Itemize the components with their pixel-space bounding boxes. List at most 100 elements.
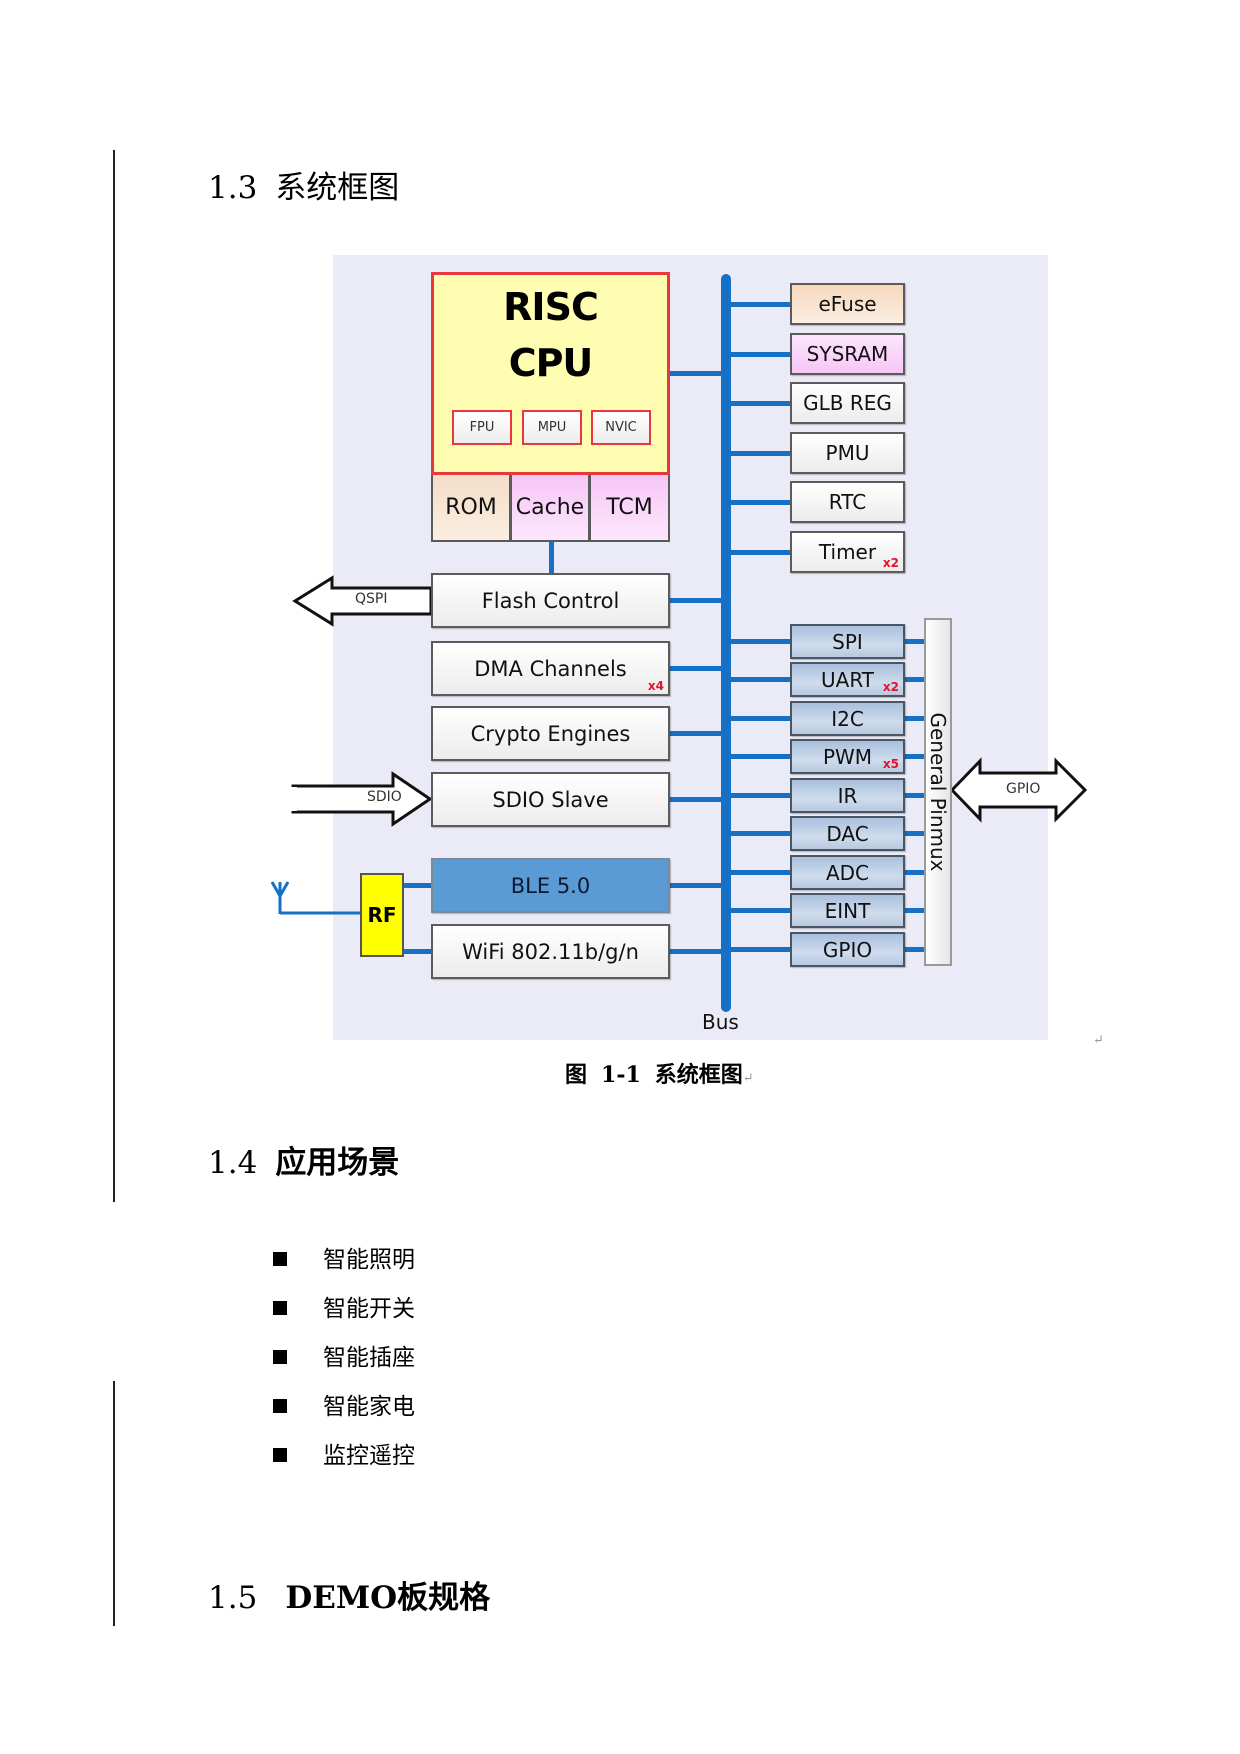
i2c-block: I2C [790,701,905,736]
figure-caption: 图 1-1 系统框图↵ [565,1057,754,1089]
wire-cpu-bus [670,371,723,376]
paragraph-mark-icon: ↵ [1093,1033,1104,1048]
block-label: ADC [825,860,870,885]
antenna-icon [270,881,360,915]
paragraph-mark-icon: ↵ [742,1071,754,1086]
wire-uart [730,677,790,682]
multiplier-badge: x4 [647,679,664,693]
wire-rf-ble [404,883,431,888]
block-label: PMU [825,441,870,465]
wire-rtc [730,500,790,505]
pmu-block: PMU [790,432,905,474]
cpu-title-line1: RISC [503,285,599,329]
block-label: I2C [831,706,864,731]
fpu-unit: FPU [452,410,512,445]
wire-gpio-pinmux [905,947,925,952]
block-label: SPI [832,629,863,654]
bus-label: Bus [702,1010,739,1034]
block-label: GPIO [822,937,873,962]
multiplier-badge: x5 [882,757,899,771]
wire-pwm [730,754,790,759]
rom-block: ROM [431,475,511,542]
section-heading-1-5: 1.5 DEMO板规格 [208,1572,490,1617]
wire-pmu [730,451,790,456]
wire-gpio [730,947,790,952]
ble-block: BLE 5.0 [431,858,670,913]
wire-eint [730,908,790,913]
list-item-text: 智能插座 [323,1345,415,1371]
caption-prefix: 图 [565,1062,588,1088]
section-title: DEMO板规格 [285,1580,491,1616]
cache-block: Cache [511,475,590,542]
gpio-arrow-label: GPIO [1006,781,1041,797]
section-title: 应用场景 [275,1145,400,1181]
cpu-title-line2: CPU [508,341,594,385]
wire-adc [730,870,790,875]
dac-block: DAC [790,816,905,851]
rf-block: RF [360,873,404,957]
block-label: DMA Channels [474,656,627,681]
wire-i2c [730,716,790,721]
wire-ir [730,793,790,798]
block-label: SDIO Slave [492,787,609,812]
wire-timer [730,550,790,555]
sdio-arrow-icon [291,771,433,827]
block-label: RTC [828,490,867,514]
section-heading-1-4: 1.4 应用场景 [208,1137,399,1182]
bullet-square-icon [273,1301,287,1315]
wifi-block: WiFi 802.11b/g/n [431,924,670,979]
tcm-block: TCM [590,475,670,542]
bullet-square-icon [273,1252,287,1266]
section-number: 1.4 [208,1145,258,1181]
block-label: BLE 5.0 [510,873,591,898]
list-item-text: 智能开关 [323,1296,415,1322]
block-label: GLB REG [803,391,892,415]
wire-ir-pinmux [905,793,925,798]
block-label: PWM [822,744,873,769]
wire-ble-bus [670,883,723,888]
block-label: WiFi 802.11b/g/n [462,939,639,964]
crypto-engines-block: Crypto Engines [431,706,670,761]
wire-pwm-pinmux [905,754,925,759]
uart-block: UART x2 [790,662,905,697]
bullet-square-icon [273,1350,287,1364]
bullet-square-icon [273,1399,287,1413]
wire-dma-bus [670,666,723,671]
general-pinmux-block: General Pinmux [924,618,952,966]
efuse-block: eFuse [790,283,905,325]
caption-title: 系统框图 [654,1062,743,1088]
block-label: Crypto Engines [470,721,631,746]
multiplier-badge: x2 [882,680,899,694]
block-label: Timer [818,540,877,564]
block-label: DAC [826,821,869,846]
block-label: SYSRAM [806,342,889,366]
section-number: 1.5 [208,1580,258,1616]
pwm-block: PWM x5 [790,739,905,774]
rtc-block: RTC [790,481,905,523]
list-item-text: 监控遥控 [323,1443,415,1469]
spi-block: SPI [790,624,905,659]
glb-reg-block: GLB REG [790,382,905,424]
sysram-block: SYSRAM [790,333,905,375]
wire-adc-pinmux [905,870,925,875]
timer-block: Timer x2 [790,531,905,573]
wire-crypto-bus [670,731,723,736]
gpio-block: GPIO [790,932,905,967]
dma-channels-block: DMA Channels x4 [431,641,670,696]
wire-i2c-pinmux [905,716,925,721]
risc-cpu-block: RISC CPU FPU MPU NVIC [431,272,670,475]
wire-dac [730,831,790,836]
multiplier-badge: x2 [882,556,899,570]
block-label: UART [821,667,874,692]
caption-number: 1-1 [601,1062,641,1088]
qspi-label: QSPI [355,591,388,607]
eint-block: EINT [790,893,905,928]
wire-flash-bus [670,598,723,603]
pinmux-label: General Pinmux [926,712,950,872]
sdio-slave-block: SDIO Slave [431,772,670,827]
nvic-unit: NVIC [591,410,651,445]
wire-cache-flash [549,542,554,573]
list-item: 监控遥控 [273,1436,415,1470]
wire-eint-pinmux [905,908,925,913]
block-label: eFuse [818,292,877,316]
